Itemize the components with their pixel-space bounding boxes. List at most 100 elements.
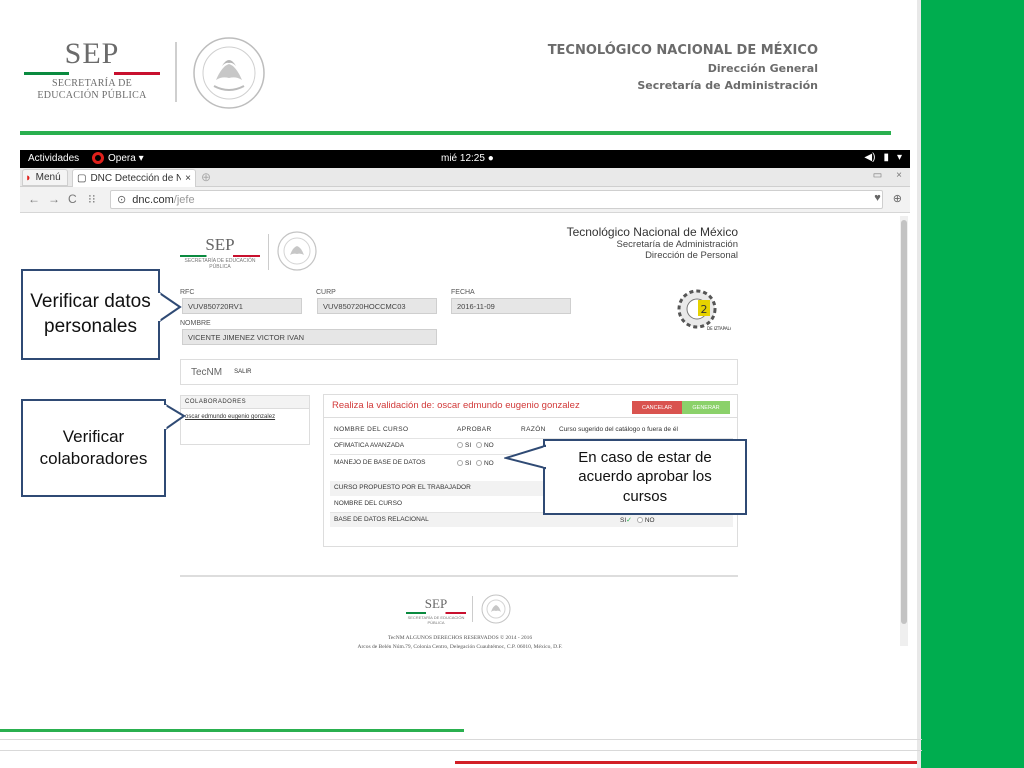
callout-verificar-colaboradores-text: Verificar colaboradores xyxy=(39,426,148,468)
speed-dial-icon[interactable]: ⁝⁝ xyxy=(88,192,96,206)
system-tray[interactable]: ◀) ▮ ▾ xyxy=(864,152,902,163)
app-menu[interactable]: Opera ▾ xyxy=(92,152,144,164)
approve-no-radio[interactable] xyxy=(475,442,482,449)
bookmark-heart-icon[interactable]: ♥ xyxy=(874,192,881,205)
page-footer-rule xyxy=(180,575,738,577)
volume-icon[interactable]: ◀) xyxy=(864,152,875,163)
callout-pointer-colaboradores xyxy=(164,402,186,432)
nav-right-icons: ♥ ⊕ xyxy=(874,192,902,205)
site-info-icon[interactable]: ⊙ xyxy=(117,193,126,206)
page-org-sub2: Dirección de Personal xyxy=(645,250,738,261)
colaboradores-panel: COLABORADORES oscar edmundo eugenio gonz… xyxy=(180,395,310,445)
opera-menu-icon: ◗ xyxy=(25,171,32,184)
col-reason-header: RAZÓN xyxy=(521,426,546,433)
download-icon[interactable]: ⊕ xyxy=(893,192,902,205)
page-org-title: Tecnológico Nacional de México xyxy=(566,225,738,239)
activities-button[interactable]: Actividades xyxy=(28,153,79,164)
colaboradores-header: COLABORADORES xyxy=(181,396,309,409)
fecha-field[interactable]: 2016-11-09 xyxy=(451,298,571,314)
tab-strip: ◗ Menú ▢ DNC Detección de N × ⊕ ▭ × xyxy=(20,168,910,187)
system-menu-icon[interactable]: ▾ xyxy=(897,152,902,163)
approve-yes-radio[interactable] xyxy=(457,442,463,449)
footer-seal-icon xyxy=(481,594,511,624)
page-sep-word: SEP xyxy=(205,235,235,254)
new-tab-icon[interactable]: ⊕ xyxy=(201,170,211,184)
rfc-field[interactable]: VUV850720RV1 xyxy=(182,298,302,314)
callout-pointer-aprobar xyxy=(504,444,546,470)
curp-field[interactable]: VUV850720HOCCMC03 xyxy=(317,298,437,314)
footer-address: Arcos de Belén Núm.79, Colonia Centro, D… xyxy=(357,644,563,650)
url-path: /jefe xyxy=(173,193,195,206)
org-subtitle-2: Secretaría de Administración xyxy=(637,79,818,92)
callout-aprobar-cursos-text: En caso de estar de acuerdo aprobar los … xyxy=(578,448,712,505)
rfc-label: RFC xyxy=(180,289,195,296)
col-course-header: NOMBRE DEL CURSO xyxy=(334,426,409,433)
system-clock[interactable]: mié 12:25 ● xyxy=(441,153,494,164)
address-bar[interactable]: ⊙ dnc.com/jefe xyxy=(110,190,883,209)
callout-verificar-colaboradores: Verificar colaboradores xyxy=(21,399,166,497)
approve-yes-radio[interactable] xyxy=(457,460,463,467)
sep-logo-word: SEP xyxy=(64,37,120,70)
proposed-course-name: BASE DE DATOS RELACIONAL xyxy=(334,516,429,523)
page-sep-line xyxy=(180,255,260,257)
validation-title: Realiza la validación de: oscar edmundo … xyxy=(332,400,580,411)
footer-divider xyxy=(472,596,473,622)
salir-link[interactable]: SALIR xyxy=(234,369,251,375)
callout-verificar-datos: Verificar datos personales xyxy=(21,269,160,360)
svg-text:DE IZTAPALAPA II: DE IZTAPALAPA II xyxy=(707,326,731,331)
course-approve-radios: SI NO xyxy=(457,460,494,467)
page-file-icon: ▢ xyxy=(77,173,87,184)
footer-green-rule xyxy=(0,729,464,732)
sep-logo: SEP SECRETARÍA DE EDUCACIÓN PÚBLICA xyxy=(22,38,162,108)
approve-no-radio[interactable] xyxy=(475,460,482,467)
checkmark-icon[interactable]: ✓ xyxy=(626,517,632,524)
tab-dnc[interactable]: ▢ DNC Detección de N × xyxy=(72,169,196,187)
footer-sep-word: SEP xyxy=(424,596,448,611)
page-scrollbar[interactable] xyxy=(900,216,908,646)
page-sep-logo: SEP SECRETARÍA DE EDUCACIÓN PÚBLICA xyxy=(180,236,260,270)
generar-button[interactable]: GENERAR xyxy=(682,401,730,414)
proposed-approve-radios: SI✓ NO xyxy=(620,517,655,524)
mexico-seal-icon xyxy=(193,37,265,109)
tecnm-brand[interactable]: TecNM xyxy=(191,367,222,378)
opera-menu-button[interactable]: ◗ Menú xyxy=(22,169,68,186)
nombre-field[interactable]: VICENTE JIMENEZ VICTOR IVAN xyxy=(182,329,437,345)
tab-close-icon[interactable]: × xyxy=(185,173,191,184)
cancel-button[interactable]: CANCELAR xyxy=(632,401,682,414)
reload-icon[interactable]: C xyxy=(68,192,77,206)
org-title: TECNOLÓGICO NACIONAL DE MÉXICO xyxy=(547,43,818,58)
right-green-band xyxy=(921,0,1024,768)
footer-copyright: TecNM ALGUNOS DERECHOS RESERVADOS © 2014… xyxy=(387,635,533,641)
page-sep-sub: SECRETARÍA DE EDUCACIÓN PÚBLICA xyxy=(184,258,256,270)
page-org-sub1: Secretaría de Administración xyxy=(616,239,738,250)
col-suggested-header: Curso sugerido del catálogo o fuera de é… xyxy=(559,426,678,433)
sep-logo-line2: EDUCACIÓN PÚBLICA xyxy=(37,90,147,101)
fecha-label: FECHA xyxy=(451,289,475,296)
course-name: MANEJO DE BASE DE DATOS xyxy=(334,459,426,466)
battery-icon[interactable]: ▮ xyxy=(883,152,889,163)
approve-no-radio[interactable] xyxy=(636,517,643,524)
footer-gray-rule-2 xyxy=(0,750,922,751)
institution-gear-logo-icon: 2 DE IZTAPALAPA II xyxy=(677,289,731,331)
forward-icon[interactable]: → xyxy=(48,192,60,206)
window-close-icon[interactable]: × xyxy=(896,170,902,181)
tecnm-navbar: TecNM SALIR xyxy=(180,359,738,385)
nombre-label: NOMBRE xyxy=(180,320,211,327)
window-controls: ▭ × xyxy=(873,170,902,181)
org-subtitle-1: Dirección General xyxy=(707,62,818,75)
tab-menu-icon[interactable]: ▭ xyxy=(873,170,882,181)
footer-sep-logo: SEP SECRETARÍA DE EDUCACIÓN PÚBLICA xyxy=(406,597,466,625)
org-header: TECNOLÓGICO NACIONAL DE MÉXICO Dirección… xyxy=(548,42,818,94)
validation-header: Realiza la validación de: oscar edmundo … xyxy=(324,395,737,418)
proposed-col-header: NOMBRE DEL CURSO xyxy=(334,500,403,507)
col-approve-header: APROBAR xyxy=(457,426,492,433)
scrollbar-thumb[interactable] xyxy=(901,220,907,624)
back-icon[interactable]: ← xyxy=(28,192,40,206)
tab-label: DNC Detección de N xyxy=(90,173,182,184)
colaborador-link[interactable]: oscar edmundo eugenio gonzalez xyxy=(181,409,309,425)
opera-icon xyxy=(92,152,104,164)
sep-logo-line xyxy=(24,72,160,75)
footer-red-rule xyxy=(455,761,917,764)
opera-menu-label: Menú xyxy=(35,172,61,183)
page-header-divider xyxy=(268,234,269,270)
